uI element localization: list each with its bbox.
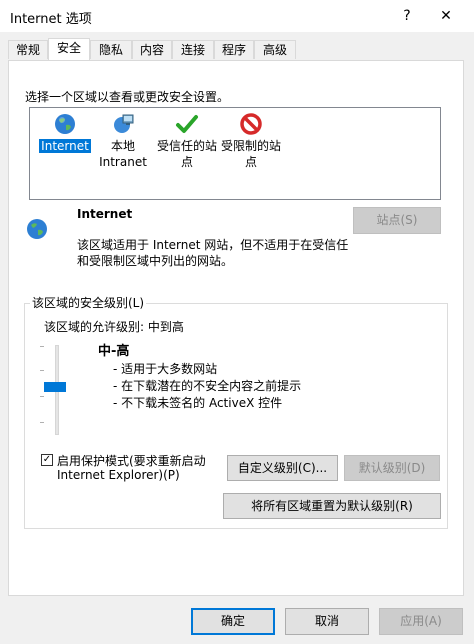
slider-tick xyxy=(40,396,44,397)
zone-intranet-label-1: 本地 xyxy=(110,139,135,153)
zone-trusted[interactable]: 受信任的站 点 xyxy=(152,112,222,170)
reset-all-zones-button[interactable]: 将所有区域重置为默认级别(R) xyxy=(223,493,441,519)
level-bullet-2: - 在下载潜在的不安全内容之前提示 xyxy=(113,379,302,393)
tab-privacy[interactable]: 隐私 xyxy=(90,40,132,59)
zone-restricted[interactable]: 受限制的站 点 xyxy=(216,112,286,170)
close-button[interactable]: ✕ xyxy=(432,4,460,28)
cancel-button[interactable]: 取消 xyxy=(285,608,369,635)
slider-tick xyxy=(40,370,44,371)
zone-info-name: Internet xyxy=(77,207,133,221)
slider-tick xyxy=(40,346,44,347)
zone-list[interactable]: Internet 本地 Intranet 受信任的站 点 受限制的站 点 xyxy=(29,107,441,200)
level-name: 中-高 xyxy=(98,344,130,359)
tab-advanced[interactable]: 高级 xyxy=(254,40,296,59)
apply-button[interactable]: 应用(A) xyxy=(379,608,463,635)
zone-restricted-label-1: 受限制的站 xyxy=(220,139,281,153)
tab-content[interactable]: 内容 xyxy=(132,40,172,59)
window-title: Internet 选项 xyxy=(10,12,92,27)
intranet-icon xyxy=(114,114,134,133)
zone-local-intranet[interactable]: 本地 Intranet xyxy=(88,112,158,170)
globe-icon xyxy=(55,114,75,134)
zone-trusted-label-1: 受信任的站 xyxy=(156,139,217,153)
tab-connections[interactable]: 连接 xyxy=(172,40,214,59)
zone-intranet-label-2: Intranet xyxy=(99,155,147,169)
restricted-icon xyxy=(240,113,262,135)
zone-info-desc-2: 和受限制区域中列出的网站。 xyxy=(77,254,234,268)
level-bullet-3: - 不下载未签名的 ActiveX 控件 xyxy=(113,396,283,410)
protected-mode-checkbox[interactable]: ✓ xyxy=(41,454,53,466)
custom-level-button[interactable]: 自定义级别(C)... xyxy=(227,455,338,481)
tab-programs[interactable]: 程序 xyxy=(214,40,254,59)
security-level-title: 该区域的安全级别(L) xyxy=(30,294,147,311)
zone-trusted-label-2: 点 xyxy=(180,155,193,169)
zone-restricted-label-2: 点 xyxy=(244,155,257,169)
zone-prompt: 选择一个区域以查看或更改安全设置。 xyxy=(25,90,230,104)
tab-security[interactable]: 安全 xyxy=(48,38,90,60)
protected-mode-label-1: 启用保护模式(要求重新启动 xyxy=(57,454,206,468)
slider-tick xyxy=(40,422,44,423)
help-button[interactable]: ? xyxy=(393,4,421,28)
allowed-level: 该区域的允许级别: 中到高 xyxy=(44,320,184,334)
check-icon xyxy=(176,115,198,133)
ok-button[interactable]: 确定 xyxy=(191,608,275,635)
zone-info-globe-icon xyxy=(27,219,47,239)
tab-general[interactable]: 常规 xyxy=(8,40,48,59)
default-level-button[interactable]: 默认级别(D) xyxy=(344,455,440,481)
protected-mode-label-2: Internet Explorer)(P) xyxy=(57,468,180,482)
zone-info-desc-1: 该区域适用于 Internet 网站，但不适用于在受信任 xyxy=(77,238,349,252)
zone-internet-label: Internet xyxy=(39,139,91,153)
level-bullet-1: - 适用于大多数网站 xyxy=(113,362,218,376)
sites-button[interactable]: 站点(S) xyxy=(353,207,441,234)
security-slider-thumb[interactable] xyxy=(44,382,66,392)
